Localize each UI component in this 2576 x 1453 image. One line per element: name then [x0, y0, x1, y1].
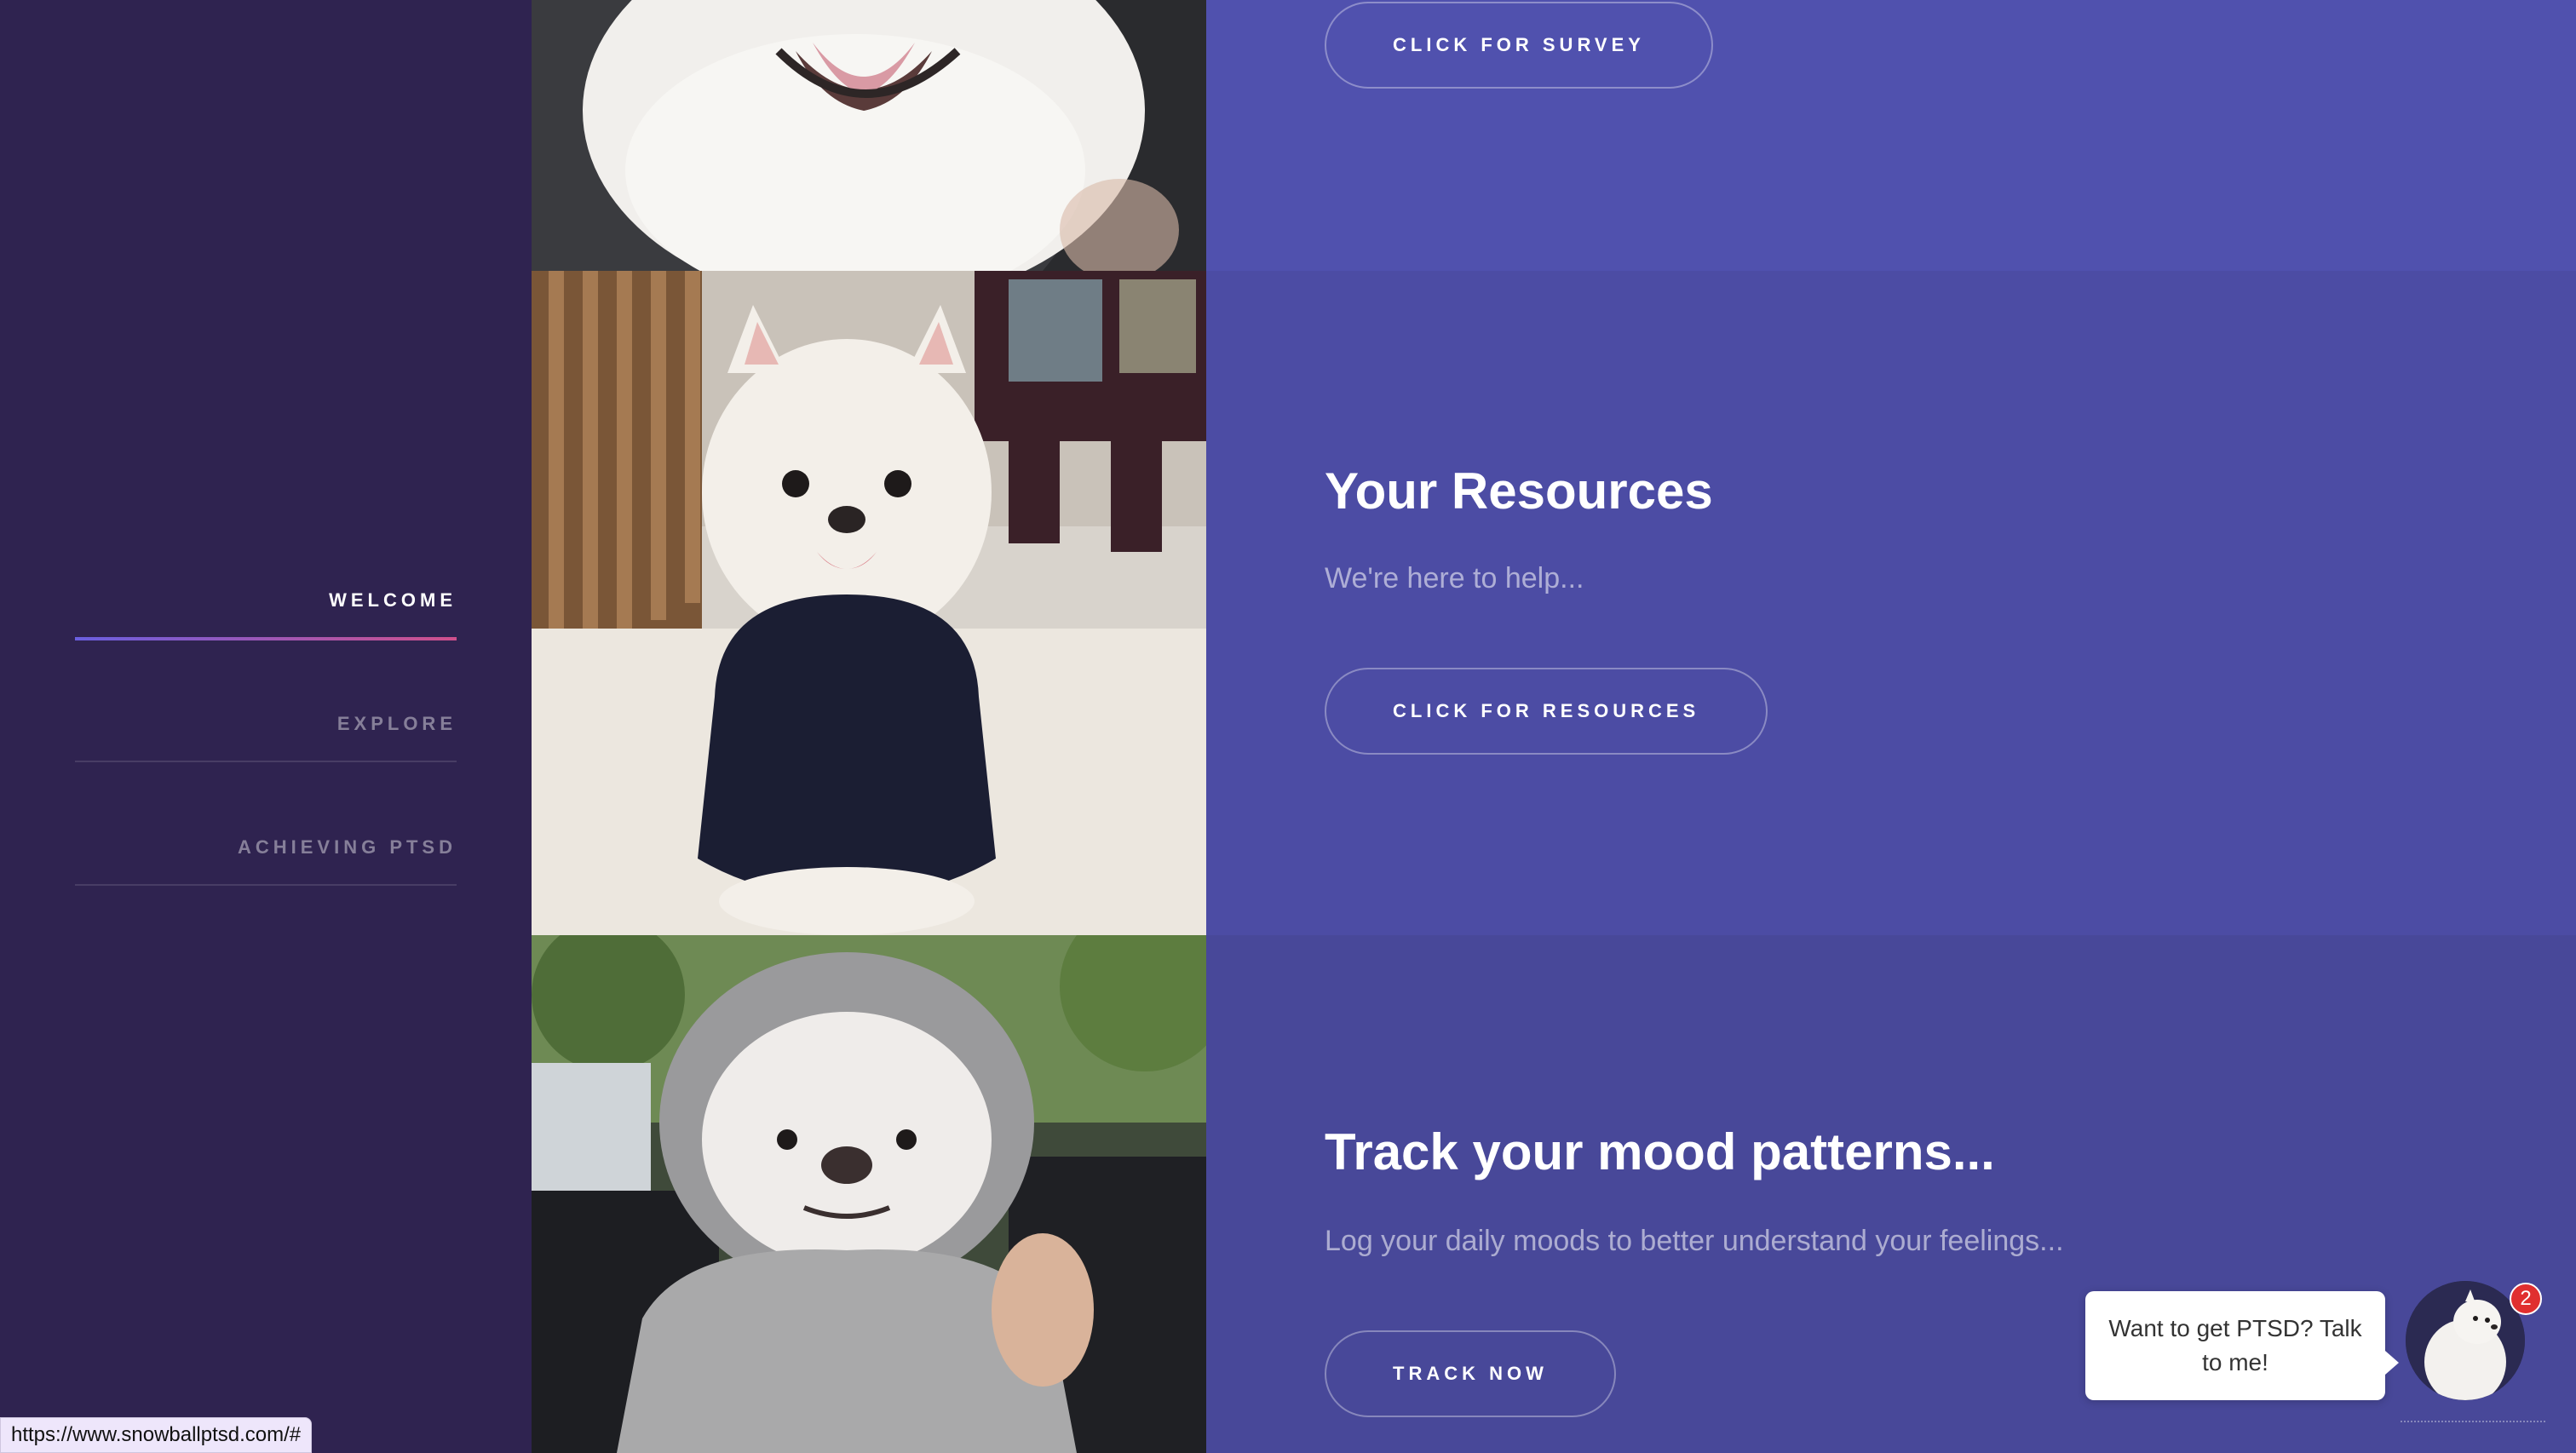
resources-button[interactable]: CLICK FOR RESOURCES — [1325, 668, 1768, 755]
dog-photo-smiling-closeup — [532, 0, 1206, 271]
dog-avatar-icon — [2406, 1281, 2525, 1400]
chat-prompt-bubble[interactable]: Want to get PTSD? Talk to me! — [2085, 1291, 2399, 1400]
survey-section: CLICK FOR SURVEY — [1206, 0, 2576, 271]
status-bar-url: https://www.snowballptsd.com/# — [0, 1417, 313, 1453]
nav-item-explore[interactable]: EXPLORE — [75, 713, 457, 762]
chat-divider — [2401, 1421, 2545, 1422]
chat-avatar-button[interactable] — [2406, 1281, 2525, 1400]
nav-item-welcome[interactable]: WELCOME — [75, 589, 457, 640]
notification-badge: 2 — [2510, 1283, 2542, 1315]
resources-subtitle: We're here to help... — [1325, 562, 1584, 594]
dog-photo-sweater — [532, 271, 1206, 935]
resources-title: Your Resources — [1325, 462, 1713, 520]
dog-photo-hoodie — [532, 935, 1206, 1453]
survey-button[interactable]: CLICK FOR SURVEY — [1325, 2, 1713, 89]
mood-tracker-title: Track your mood patterns... — [1325, 1123, 1995, 1180]
nav-item-achieving-ptsd[interactable]: ACHIEVING PTSD — [75, 836, 457, 886]
resources-section: Your Resources We're here to help... CLI… — [1206, 271, 2576, 935]
sidebar-nav: WELCOME EXPLORE ACHIEVING PTSD — [0, 0, 532, 1453]
track-now-button[interactable]: TRACK NOW — [1325, 1330, 1616, 1417]
mood-tracker-subtitle: Log your daily moods to better understan… — [1325, 1225, 2064, 1257]
